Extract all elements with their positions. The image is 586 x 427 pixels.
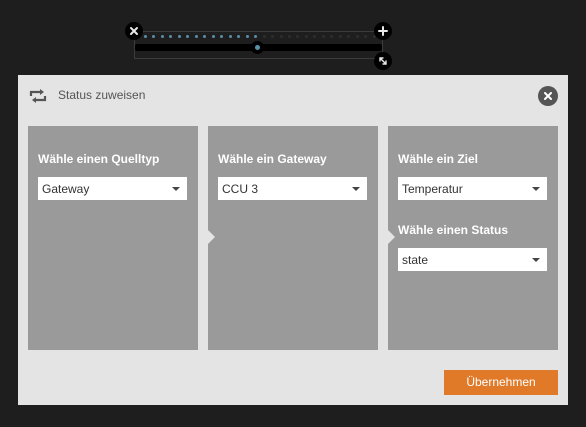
- step-arrow: [207, 229, 215, 245]
- chevron-down-icon: [172, 187, 180, 191]
- select-value: CCU 3: [222, 182, 259, 196]
- step-source-type: Wähle einen Quelltyp Gateway: [28, 126, 198, 350]
- dialog-title: Status zuweisen: [58, 88, 146, 102]
- step-label: Wähle ein Gateway: [218, 152, 327, 166]
- step-target: Wähle ein Ziel Temperatur Wähle einen St…: [387, 126, 558, 350]
- select-value: state: [402, 253, 429, 267]
- assign-status-dialog: Status zuweisen Wähle einen Quelltyp Gat…: [18, 75, 568, 405]
- repeat-icon: [29, 89, 47, 103]
- step-label: Wähle einen Status: [398, 223, 509, 237]
- gateway-select[interactable]: CCU 3: [218, 177, 367, 200]
- widget-close-button[interactable]: [125, 22, 143, 40]
- select-value: Temperatur: [402, 182, 463, 196]
- status-select[interactable]: state: [398, 248, 547, 271]
- apply-button[interactable]: Übernehmen: [444, 370, 558, 395]
- close-icon: [544, 92, 552, 100]
- step-label: Wähle ein Ziel: [398, 152, 479, 166]
- screen: Status zuweisen Wähle einen Quelltyp Gat…: [0, 0, 586, 427]
- select-value: Gateway: [42, 182, 90, 196]
- slider-widget[interactable]: [134, 31, 383, 61]
- chevron-down-icon: [532, 187, 540, 191]
- widget-resize-handle[interactable]: [374, 52, 392, 70]
- step-arrow: [387, 229, 395, 245]
- step-label: Wähle einen Quelltyp: [38, 152, 160, 166]
- chevron-down-icon: [532, 258, 540, 262]
- source-type-select[interactable]: Gateway: [38, 177, 187, 200]
- step-gateway: Wähle ein Gateway CCU 3: [207, 126, 378, 350]
- widget-add-button[interactable]: [374, 22, 392, 40]
- slider-scale: [144, 35, 376, 39]
- plus-icon: [378, 26, 388, 36]
- target-select[interactable]: Temperatur: [398, 177, 547, 200]
- dialog-header: Status zuweisen: [18, 75, 568, 119]
- dialog-close-button[interactable]: [538, 86, 558, 106]
- close-icon: [130, 27, 138, 35]
- resize-icon: [379, 57, 387, 65]
- chevron-down-icon: [352, 187, 360, 191]
- slider-handle[interactable]: [251, 41, 264, 54]
